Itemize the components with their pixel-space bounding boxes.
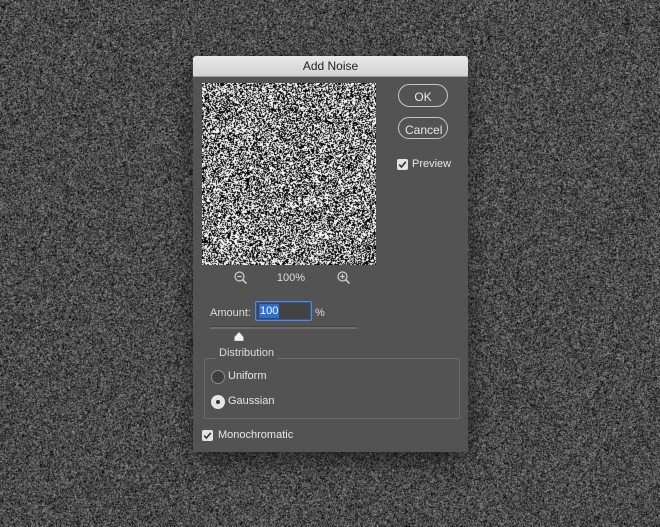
distribution-title: Distribution	[216, 347, 277, 359]
dialog-title: Add Noise	[193, 56, 468, 77]
zoom-in-icon[interactable]	[336, 270, 352, 286]
monochromatic-label: Monochromatic	[218, 429, 293, 441]
zoom-level: 100%	[266, 272, 316, 284]
monochromatic-checkbox[interactable]	[202, 430, 213, 441]
radio-uniform-label: Uniform	[228, 370, 267, 382]
radio-uniform[interactable]	[211, 370, 225, 384]
amount-input[interactable]: 100	[256, 302, 311, 320]
preview-label: Preview	[412, 158, 451, 170]
amount-unit: %	[315, 307, 325, 319]
cancel-button[interactable]: Cancel	[398, 117, 448, 139]
checkmark-icon	[202, 430, 213, 441]
checkmark-icon	[397, 159, 408, 170]
zoom-out-icon[interactable]	[233, 270, 249, 286]
amount-label: Amount:	[210, 307, 251, 319]
preview-noise-image	[202, 83, 376, 265]
radio-gaussian[interactable]	[211, 395, 225, 409]
preview-pane[interactable]	[202, 83, 376, 265]
distribution-group	[204, 358, 460, 419]
ok-button[interactable]: OK	[398, 84, 448, 107]
amount-slider-track[interactable]	[210, 326, 357, 329]
preview-checkbox[interactable]	[397, 159, 408, 170]
add-noise-dialog: Add Noise 100% OK Cancel Preview Amount:…	[193, 56, 468, 452]
zoom-controls: 100%	[202, 270, 376, 288]
amount-value: 100	[259, 304, 279, 318]
radio-gaussian-label: Gaussian	[228, 395, 274, 407]
amount-slider-thumb[interactable]	[234, 328, 244, 337]
